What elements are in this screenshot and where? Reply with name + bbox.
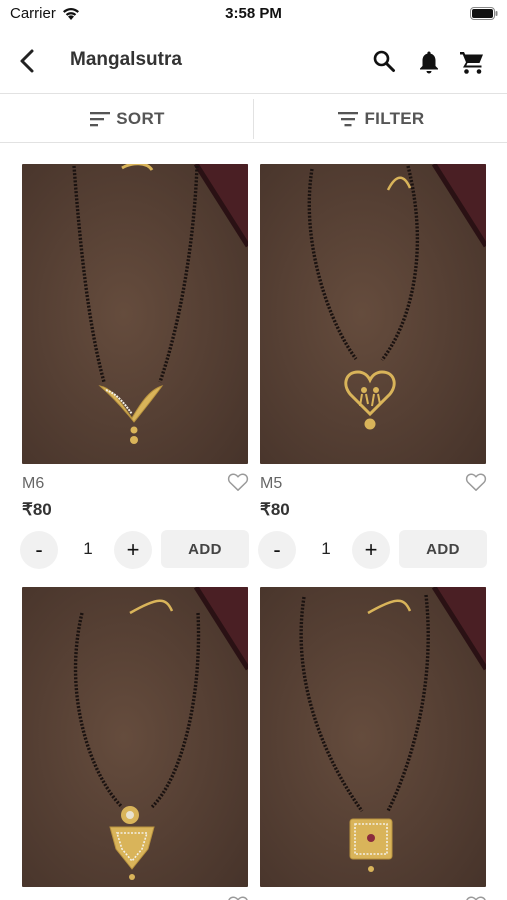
search-icon[interactable] xyxy=(372,49,396,73)
quantity-decrease-button[interactable]: - xyxy=(258,531,296,569)
sort-icon xyxy=(90,112,111,127)
product-price: ₹80 xyxy=(260,500,290,519)
product-image[interactable] xyxy=(22,164,248,464)
quantity-value: 1 xyxy=(321,539,331,558)
add-to-cart-button[interactable]: ADD xyxy=(161,530,249,568)
heart-icon[interactable] xyxy=(227,472,249,492)
battery-icon xyxy=(470,7,498,20)
sort-label: SORT xyxy=(116,109,165,128)
necklace-photo xyxy=(260,587,486,887)
product-image[interactable] xyxy=(260,164,486,464)
product-name: M6 xyxy=(22,475,45,492)
filter-label: FILTER xyxy=(364,109,425,128)
product-image[interactable] xyxy=(260,587,486,887)
necklace-photo xyxy=(22,587,248,887)
heart-icon[interactable] xyxy=(465,895,487,900)
bell-icon[interactable] xyxy=(417,49,441,75)
product-price: ₹80 xyxy=(22,500,52,519)
status-time: 3:58 PM xyxy=(225,5,282,22)
quantity-decrease-button[interactable]: - xyxy=(20,531,58,569)
quantity-increase-button[interactable]: + xyxy=(352,531,390,569)
quantity-value: 1 xyxy=(83,539,93,558)
cart-icon[interactable] xyxy=(458,48,486,76)
necklace-photo xyxy=(260,164,486,464)
necklace-photo xyxy=(22,164,248,464)
page-title: Mangalsutra xyxy=(70,49,182,70)
heart-icon[interactable] xyxy=(227,895,249,900)
status-bar: Carrier 3:58 PM xyxy=(0,0,507,30)
filter-icon xyxy=(338,112,359,127)
filter-button[interactable]: FILTER xyxy=(254,95,507,143)
product-name: M5 xyxy=(260,475,283,492)
product-image[interactable] xyxy=(22,587,248,887)
sort-filter-bar: SORT FILTER xyxy=(0,95,507,143)
sort-button[interactable]: SORT xyxy=(0,95,253,143)
back-icon[interactable] xyxy=(16,48,40,74)
heart-icon[interactable] xyxy=(465,472,487,492)
quantity-increase-button[interactable]: + xyxy=(114,531,152,569)
app-bar: Mangalsutra xyxy=(0,30,507,94)
add-to-cart-button[interactable]: ADD xyxy=(399,530,487,568)
